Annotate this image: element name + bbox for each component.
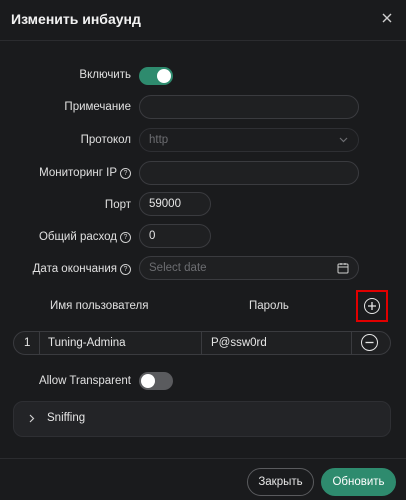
username-column-header: Имя пользователя [50, 300, 149, 312]
toggle-knob [157, 69, 171, 83]
expiry-datepicker[interactable]: Select date [139, 256, 359, 280]
port-label: Порт [104, 199, 131, 211]
sniffing-panel[interactable]: Sniffing [13, 401, 391, 437]
allow-transparent-toggle[interactable] [139, 372, 173, 390]
monitor-ip-label-text: Мониторинг IP [39, 167, 117, 179]
monitor-ip-label: Мониторинг IP? [39, 167, 131, 179]
footer-divider [0, 458, 406, 459]
chevron-down-icon [339, 137, 348, 143]
row-index: 1 [24, 337, 31, 349]
remark-label: Примечание [64, 101, 131, 113]
divider [201, 332, 202, 354]
close-icon[interactable] [380, 11, 394, 25]
question-icon: ? [120, 168, 131, 179]
total-input[interactable]: 0 [139, 224, 211, 248]
update-button[interactable]: Обновить [321, 468, 396, 496]
calendar-icon [337, 263, 349, 274]
remove-account-button[interactable] [361, 334, 378, 351]
dialog-header: Изменить инбаунд [0, 0, 406, 41]
divider [39, 332, 40, 354]
enable-label: Включить [79, 69, 131, 81]
protocol-value: http [149, 134, 169, 146]
divider [351, 332, 352, 354]
protocol-label: Протокол [80, 134, 131, 146]
expiry-label-text: Дата окончания [32, 263, 117, 275]
remark-input[interactable] [139, 95, 359, 119]
account-row: 1 Tuning-Admina P@ssw0rd [13, 331, 391, 355]
username-input[interactable]: Tuning-Admina [48, 332, 198, 354]
monitor-ip-input[interactable] [139, 161, 359, 185]
chevron-right-icon [29, 414, 35, 423]
total-label: Общий расход? [39, 231, 131, 243]
question-icon: ? [120, 232, 131, 243]
password-column-header: Пароль [249, 300, 289, 312]
edit-inbound-dialog: Изменить инбаунд Включить Примечание Про… [0, 0, 406, 500]
protocol-select[interactable]: http [139, 128, 359, 152]
minus-icon [365, 341, 374, 344]
password-input[interactable]: P@ssw0rd [211, 332, 349, 354]
sniffing-label: Sniffing [47, 412, 86, 424]
add-account-button[interactable] [356, 290, 388, 322]
close-button[interactable]: Закрыть [247, 468, 314, 496]
expiry-label: Дата окончания? [33, 263, 131, 275]
toggle-knob [141, 374, 155, 388]
port-input[interactable]: 59000 [139, 192, 211, 216]
total-label-text: Общий расход [38, 231, 117, 243]
dialog-title: Изменить инбаунд [11, 11, 141, 27]
expiry-placeholder: Select date [149, 262, 207, 274]
allow-transparent-label: Allow Transparent [38, 375, 131, 387]
question-icon: ? [120, 264, 131, 275]
plus-icon [364, 298, 380, 314]
enable-toggle[interactable] [139, 67, 173, 85]
